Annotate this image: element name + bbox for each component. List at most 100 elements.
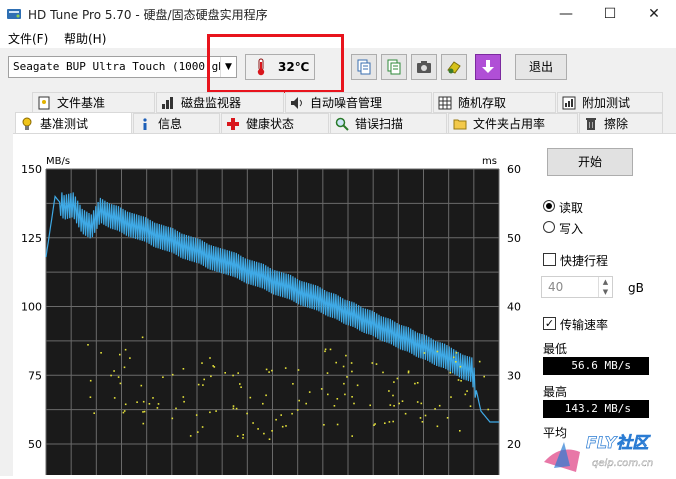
- transfer-rate-checkbox[interactable]: ✓: [543, 317, 556, 330]
- access-time-point: [265, 394, 267, 397]
- tab-extra-tests[interactable]: 附加测试: [557, 92, 663, 113]
- max-label: 最高: [543, 385, 568, 399]
- save-button[interactable]: [475, 54, 501, 80]
- access-time-point: [416, 382, 419, 384]
- grid-icon: [438, 96, 452, 109]
- watermark: FLY社区 qeip.com.cn: [540, 422, 676, 476]
- access-time-point: [189, 435, 192, 437]
- access-time-point: [350, 362, 353, 364]
- title-bar: HD Tune Pro 5.70 - 硬盘/固态硬盘实用程序 — ☐ ✕: [0, 0, 676, 28]
- access-time-point: [459, 430, 461, 432]
- spin-up-icon[interactable]: ▲: [598, 277, 612, 287]
- tab-disk-monitor[interactable]: 磁盘监视器: [156, 92, 284, 113]
- access-time-point: [464, 393, 467, 396]
- access-time-point: [343, 382, 345, 385]
- access-time-point: [424, 414, 427, 417]
- access-time-point: [384, 422, 386, 424]
- y-tick-right: 50: [507, 232, 521, 245]
- download-arrow-icon: [482, 60, 494, 73]
- y-tick-left: 75: [28, 369, 42, 382]
- close-button[interactable]: ✕: [632, 0, 676, 28]
- tab-info[interactable]: 信息: [133, 113, 220, 134]
- copy-all-button[interactable]: [381, 54, 407, 80]
- screenshot-button[interactable]: [411, 54, 437, 80]
- access-time-point: [232, 374, 234, 377]
- access-time-point: [224, 372, 226, 374]
- write-radio[interactable]: [543, 221, 555, 233]
- tab-folder-usage[interactable]: 文件夹占用率: [448, 113, 578, 134]
- access-time-point: [232, 405, 235, 407]
- short-stroke-checkbox[interactable]: [543, 253, 556, 266]
- access-time-point: [263, 432, 265, 435]
- copy-text-button[interactable]: [351, 54, 377, 80]
- menu-help[interactable]: 帮助(H): [64, 30, 106, 47]
- access-time-point: [87, 344, 89, 346]
- menu-file[interactable]: 文件(F): [8, 30, 48, 47]
- access-time-point: [436, 425, 439, 428]
- write-label: 写入: [559, 222, 584, 236]
- tab-file-benchmark[interactable]: 文件基准: [32, 92, 155, 113]
- max-value: 143.2 MB/s: [543, 400, 649, 418]
- disk-monitor-icon: [162, 96, 173, 109]
- tab-label: 错误扫描: [355, 117, 404, 131]
- tab-label: 文件基准: [57, 96, 106, 110]
- benchmark-chart-svg: MB/s ms 150 125 100 75 50 60 50 40 30 20: [21, 156, 521, 479]
- access-time-point: [119, 353, 121, 356]
- access-time-point: [271, 369, 273, 372]
- tab-aam[interactable]: 自动噪音管理: [285, 92, 432, 113]
- options-button[interactable]: [441, 54, 467, 80]
- min-label: 最低: [543, 342, 568, 356]
- tab-erase[interactable]: 擦除: [579, 113, 663, 134]
- access-time-point: [371, 362, 374, 364]
- tab-error-scan[interactable]: 错误扫描: [330, 113, 447, 134]
- short-stroke-spinner[interactable]: 40 ▲ ▼: [541, 276, 613, 298]
- access-time-point: [345, 354, 347, 357]
- access-time-point: [210, 375, 212, 378]
- access-time-point: [257, 428, 259, 430]
- access-time-point: [296, 409, 299, 411]
- access-time-point: [246, 412, 248, 415]
- access-time-point: [393, 381, 395, 383]
- access-time-point: [142, 422, 145, 425]
- tab-random-access[interactable]: 随机存取: [433, 92, 556, 113]
- access-time-point: [351, 435, 353, 437]
- access-time-point: [398, 402, 400, 405]
- extra-tests-icon: [562, 96, 576, 109]
- access-time-point: [434, 408, 436, 410]
- y-tick-right: 60: [507, 163, 521, 176]
- access-time-point: [308, 391, 311, 393]
- access-time-point: [396, 377, 399, 380]
- exit-button[interactable]: 退出: [515, 54, 567, 80]
- maximize-button[interactable]: ☐: [588, 0, 632, 28]
- access-time-point: [469, 405, 472, 407]
- access-time-point: [239, 383, 241, 385]
- access-time-point: [369, 404, 371, 407]
- svg-text:FLY社区: FLY社区: [586, 433, 651, 452]
- read-radio[interactable]: [543, 200, 555, 212]
- access-time-point: [197, 431, 199, 433]
- access-time-point: [401, 400, 404, 402]
- access-time-point: [404, 412, 407, 415]
- access-time-point: [375, 363, 378, 365]
- access-time-point: [393, 405, 395, 407]
- access-time-point: [117, 376, 120, 378]
- folder-icon: [453, 119, 467, 129]
- access-time-point: [89, 379, 92, 382]
- tab-benchmark[interactable]: 基准测试: [15, 112, 132, 134]
- drive-select[interactable]: Seagate BUP Ultra Touch (1000 gB) ▼: [8, 56, 237, 78]
- access-time-point: [353, 402, 355, 405]
- access-time-point: [281, 425, 284, 428]
- access-time-point: [182, 396, 185, 398]
- min-value: 56.6 MB/s: [543, 357, 649, 375]
- minimize-button[interactable]: —: [544, 0, 588, 28]
- access-time-point: [136, 401, 138, 403]
- short-stroke-value: 40: [548, 280, 564, 294]
- spin-down-icon[interactable]: ▼: [598, 287, 612, 297]
- access-time-point: [455, 361, 457, 363]
- access-time-point: [209, 357, 211, 359]
- tab-health[interactable]: 健康状态: [221, 113, 329, 134]
- access-time-point: [327, 393, 329, 396]
- start-button[interactable]: 开始: [547, 148, 633, 176]
- access-time-point: [240, 386, 242, 388]
- y-tick-left: 125: [21, 232, 42, 245]
